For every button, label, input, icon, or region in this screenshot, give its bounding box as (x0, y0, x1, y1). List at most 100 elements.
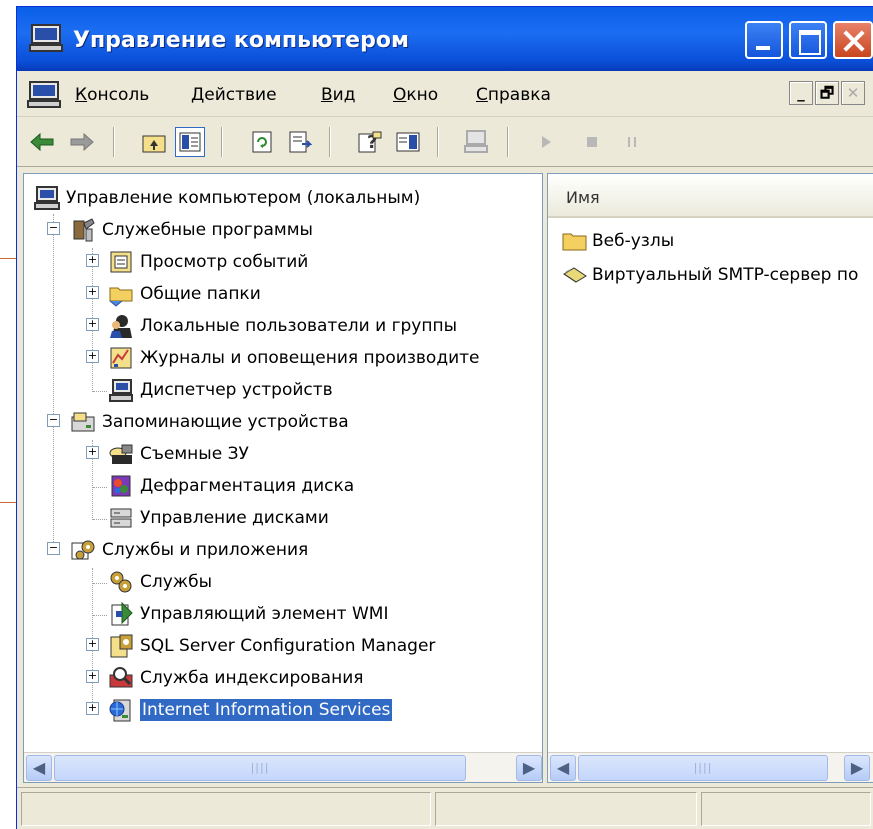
tree-item-performance-logs[interactable]: Журналы и оповещения производите (108, 342, 479, 374)
scrollbar-thumb[interactable]: |||| (578, 755, 828, 781)
toolbar-separator (113, 127, 115, 157)
tree-item-removable-storage[interactable]: Съемные ЗУ (108, 438, 249, 470)
results-pane[interactable]: Имя Веб-узлы Виртуальный SMTP-сервер по … (547, 173, 873, 783)
menu-console[interactable]: Консоль (75, 85, 149, 105)
refresh-icon[interactable] (247, 127, 277, 157)
console-menu-icon[interactable] (27, 81, 61, 109)
window-title: Управление компьютером (73, 28, 409, 53)
status-bar (17, 787, 873, 829)
tree-expander[interactable]: + (86, 318, 99, 331)
tree-root[interactable]: Управление компьютером (локальным) (34, 182, 420, 214)
tree-item-label: Служебные программы (102, 220, 313, 240)
tree-item-label: Съемные ЗУ (140, 444, 249, 464)
up-folder-icon[interactable] (139, 127, 169, 157)
stop-icon[interactable] (577, 127, 607, 157)
tree-expander[interactable]: + (86, 638, 99, 651)
tree-item-label: Служба индексирования (140, 668, 364, 688)
list-item[interactable]: Виртуальный SMTP-сервер по (562, 260, 858, 290)
tree-horizontal-scrollbar[interactable]: ◀ |||| ▶ (24, 752, 542, 782)
list-item-label: Виртуальный SMTP-сервер по (592, 265, 859, 285)
tree-item-iis[interactable]: Internet Information Services (108, 694, 393, 726)
scroll-left-icon[interactable]: ◀ (26, 755, 52, 781)
tree-item-shared-folders[interactable]: Общие папки (108, 278, 261, 310)
toolbar-separator (437, 127, 439, 157)
scroll-right-icon[interactable]: ▶ (844, 755, 870, 781)
shared-folders-icon (109, 287, 133, 307)
tree-expander[interactable]: − (47, 414, 60, 427)
tree-item-local-users[interactable]: Локальные пользователи и группы (108, 310, 457, 342)
close-button[interactable] (833, 21, 873, 59)
tree-expander[interactable]: + (86, 286, 99, 299)
back-arrow-icon[interactable] (27, 127, 57, 157)
tree-expander[interactable]: − (47, 222, 60, 235)
menu-help[interactable]: Справка (476, 85, 551, 105)
defrag-icon (111, 475, 131, 497)
tree-expander[interactable]: + (86, 254, 99, 267)
tree-item-label: Общие папки (140, 284, 261, 304)
status-cell (435, 792, 697, 826)
tree-item-services[interactable]: Службы (108, 566, 212, 598)
wmi-icon (111, 601, 133, 626)
status-cell (21, 792, 431, 826)
tree-item-label: Дефрагментация диска (140, 476, 355, 496)
tree-item-disk-management[interactable]: Управление дисками (108, 502, 329, 534)
tree-item-label-selected: Internet Information Services (140, 699, 393, 721)
status-cell (701, 792, 871, 826)
title-bar[interactable]: Управление компьютером (17, 7, 873, 71)
computer-management-icon (34, 186, 60, 210)
results-horizontal-scrollbar[interactable]: ◀ |||| ▶ (548, 752, 873, 782)
play-icon[interactable] (531, 127, 561, 157)
tree-item-storage[interactable]: Запоминающие устройства (70, 406, 349, 438)
tools-icon (73, 218, 95, 242)
device-manager-icon (109, 379, 133, 402)
toolbar-separator (507, 127, 509, 157)
scrollbar-thumb[interactable]: |||| (54, 755, 466, 781)
show-hide-tree-icon[interactable] (175, 127, 205, 157)
tree-item-label: Управляющий элемент WMI (140, 604, 389, 624)
tree-item-event-viewer[interactable]: Просмотр событий (108, 246, 308, 278)
tree-item-indexing[interactable]: Служба индексирования (108, 662, 363, 694)
minimize-button[interactable] (745, 21, 783, 59)
console-tree[interactable]: Управление компьютером (локальным) − Слу… (23, 173, 543, 783)
tree-item-label: Просмотр событий (140, 252, 309, 272)
column-header-name[interactable]: Имя (548, 174, 873, 218)
tree-item-device-manager[interactable]: Диспетчер устройств (108, 374, 333, 406)
smtp-server-icon (563, 267, 587, 283)
mmc-window: Управление компьютером Консоль Действие … (16, 6, 873, 829)
tree-item-tools[interactable]: Служебные программы (70, 214, 313, 246)
scroll-right-icon[interactable]: ▶ (516, 755, 542, 781)
tree-item-sql-config[interactable]: SQL Server Configuration Manager (108, 630, 435, 662)
help-icon[interactable]: ? (355, 127, 385, 157)
mdi-minimize-button[interactable]: _ (789, 81, 813, 105)
scroll-left-icon[interactable]: ◀ (550, 755, 576, 781)
disk-management-icon (110, 508, 132, 528)
tree-expander[interactable]: + (86, 670, 99, 683)
iis-icon (109, 699, 131, 722)
connect-computer-icon[interactable] (461, 127, 491, 157)
mdi-restore-button[interactable]: 🗗 (815, 81, 839, 105)
export-list-icon[interactable] (285, 127, 315, 157)
menu-window[interactable]: Окно (393, 85, 438, 105)
menu-action[interactable]: Действие (191, 85, 277, 105)
tree-item-label: Службы (140, 572, 213, 592)
tree-item-wmi[interactable]: Управляющий элемент WMI (108, 598, 388, 630)
maximize-button[interactable] (789, 21, 827, 59)
tree-item-label: Управление дисками (140, 508, 329, 528)
tree-item-defrag[interactable]: Дефрагментация диска (108, 470, 354, 502)
list-item[interactable]: Веб-узлы (562, 226, 674, 256)
tree-expander[interactable]: − (47, 542, 60, 555)
performance-logs-icon (110, 347, 132, 369)
tree-expander[interactable]: + (86, 702, 99, 715)
tree-item-label: Диспетчер устройств (140, 380, 333, 400)
forward-arrow-icon[interactable] (67, 127, 97, 157)
tree-expander[interactable]: + (86, 350, 99, 363)
tree-expander[interactable]: + (86, 446, 99, 459)
mdi-close-button[interactable]: ✕ (841, 81, 865, 105)
list-item-label: Веб-узлы (592, 231, 675, 251)
indexing-icon (109, 667, 133, 688)
removable-storage-icon (109, 444, 133, 464)
tree-item-services-apps[interactable]: Службы и приложения (70, 534, 308, 566)
menu-view[interactable]: Вид (321, 85, 355, 105)
pause-icon[interactable] (617, 127, 647, 157)
action-pane-icon[interactable] (393, 127, 423, 157)
